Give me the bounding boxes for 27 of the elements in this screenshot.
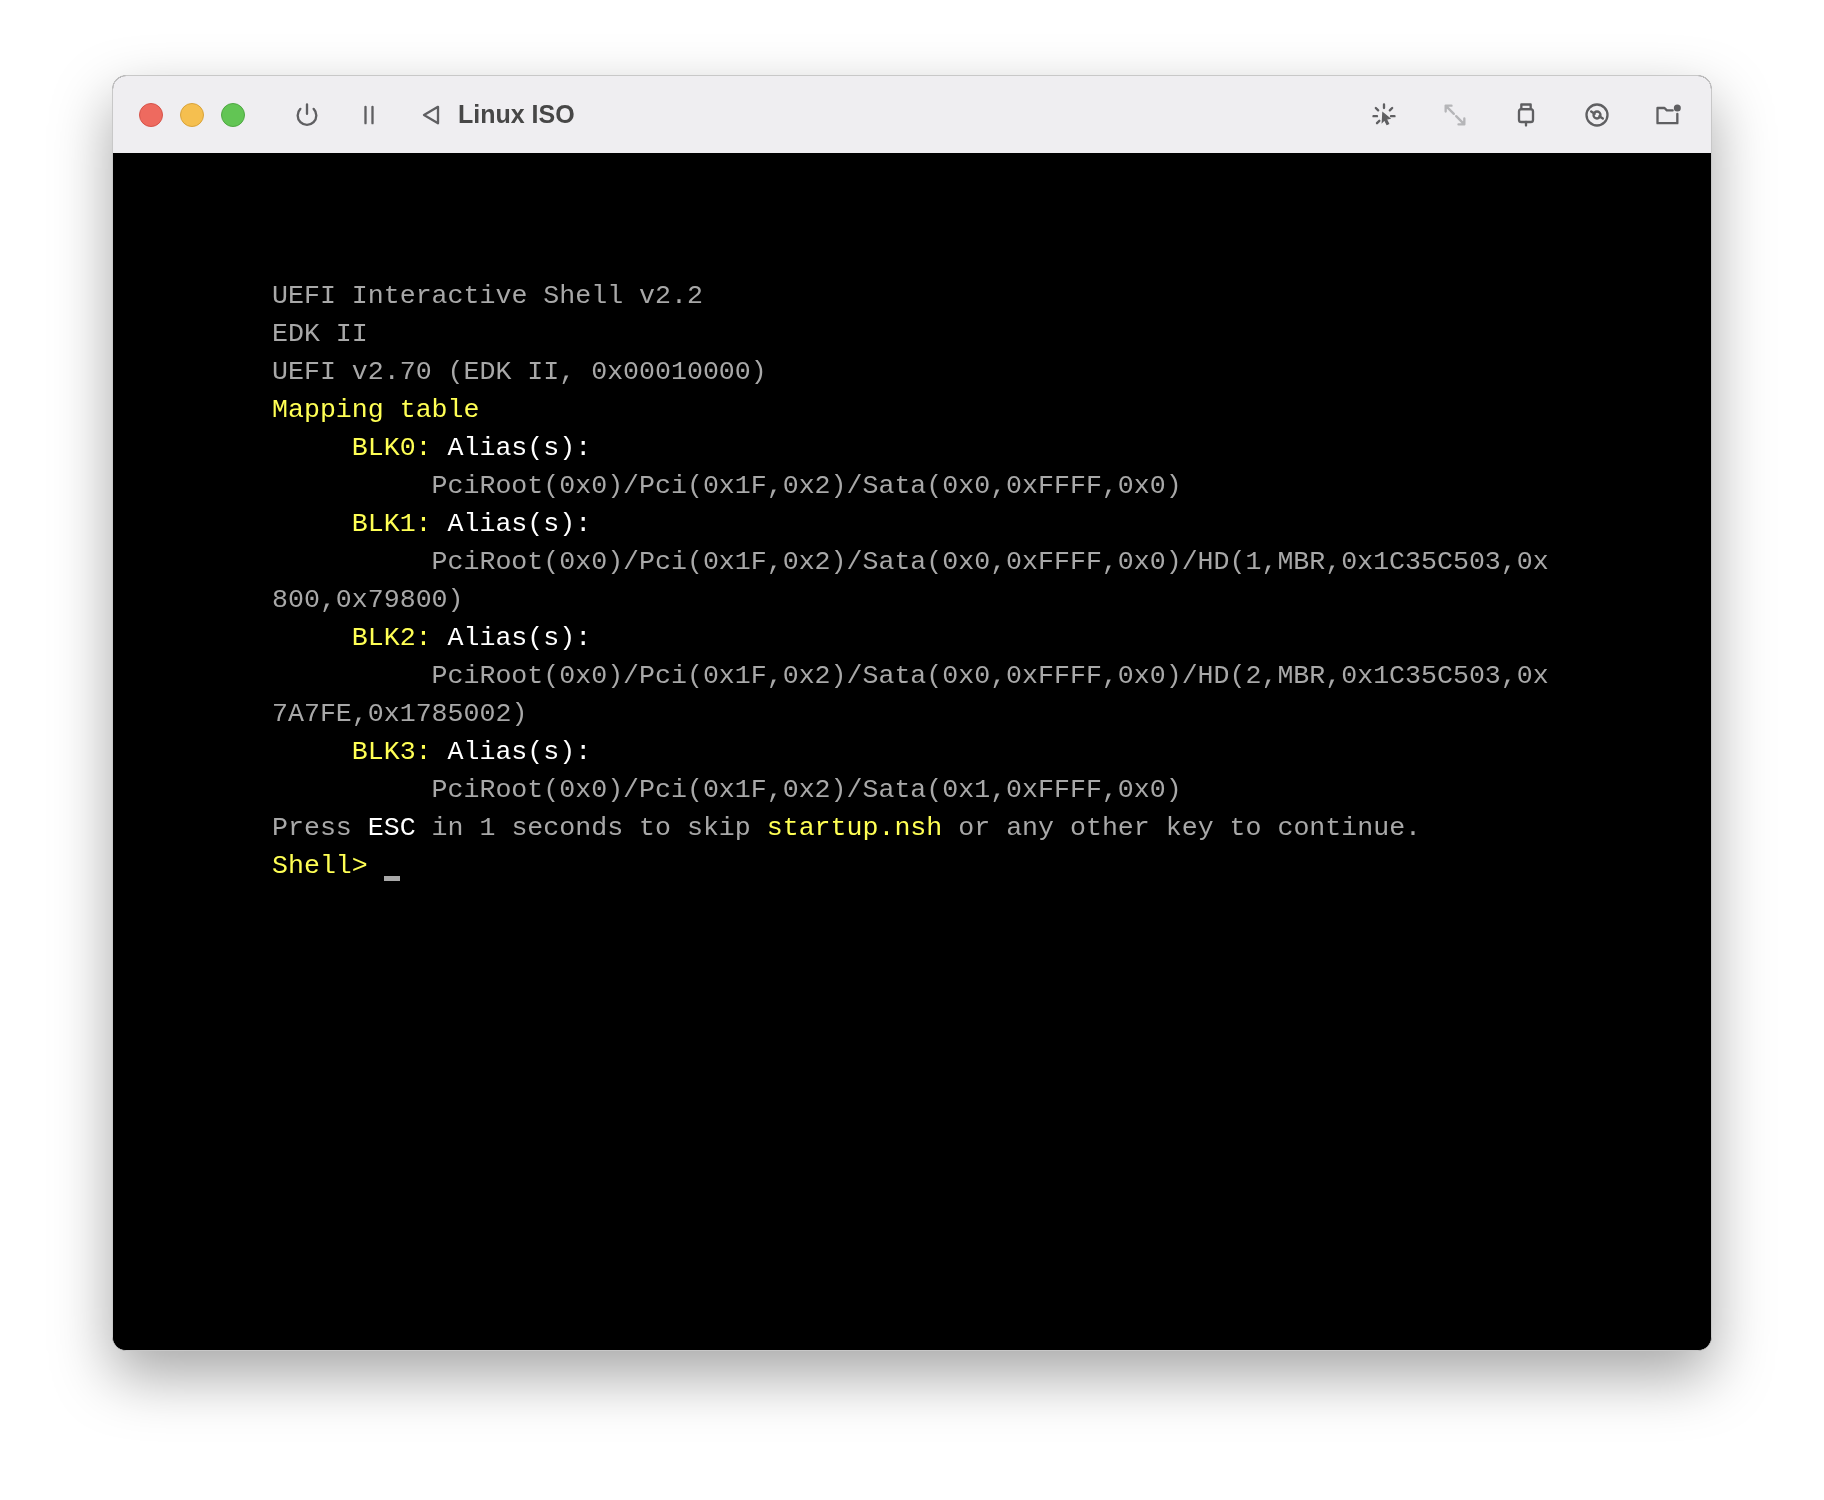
console-text: BLK0:: [351, 432, 432, 465]
console-text: PciRoot(0x0)/Pci(0x1F,0x2)/Sata(0x0,0xFFFF,0x0): [431, 470, 1182, 503]
console-text: EDK II: [272, 318, 368, 351]
console-text: Alias(s):: [447, 736, 592, 769]
console-text: or any other key to continue.: [958, 812, 1422, 845]
console-text: Alias(s):: [447, 622, 592, 655]
console-text: PciRoot(0x0)/Pci(0x1F,0x2)/Sata(0x0,0xFFFF,0x0)/HD(2,MBR,0x1C35C503,0x: [431, 660, 1549, 693]
disc-icon: [1583, 100, 1611, 129]
console-text: Alias(s):: [447, 508, 592, 541]
console-text: 7A7FE,0x1785002): [272, 698, 528, 731]
console-text: BLK2:: [351, 622, 432, 655]
console-text: Mapping table: [272, 394, 480, 427]
console-text: ESC: [367, 812, 416, 845]
console-text: BLK1:: [351, 508, 432, 541]
shell-prompt: Shell>: [272, 850, 368, 883]
console-text: Press: [272, 812, 352, 845]
console-text: UEFI v2.70 (EDK II, 0x00010000): [272, 356, 767, 389]
console-text: PciRoot(0x0)/Pci(0x1F,0x2)/Sata(0x1,0xFFFF,0x0): [431, 774, 1182, 807]
console-text: 800,0x79800): [272, 584, 464, 617]
console-text: in 1 seconds to skip: [431, 812, 751, 845]
console-text: startup.nsh: [766, 812, 943, 845]
window-title: Linux ISO: [458, 98, 575, 130]
console-text: Alias(s):: [447, 432, 592, 465]
console-text: BLK3:: [351, 736, 432, 769]
close-button[interactable]: [139, 102, 163, 127]
console-text: PciRoot(0x0)/Pci(0x1F,0x2)/Sata(0x0,0xFFFF,0x0)/HD(1,MBR,0x1C35C503,0x: [431, 546, 1549, 579]
console-text: UEFI Interactive Shell v2.2: [272, 280, 703, 313]
